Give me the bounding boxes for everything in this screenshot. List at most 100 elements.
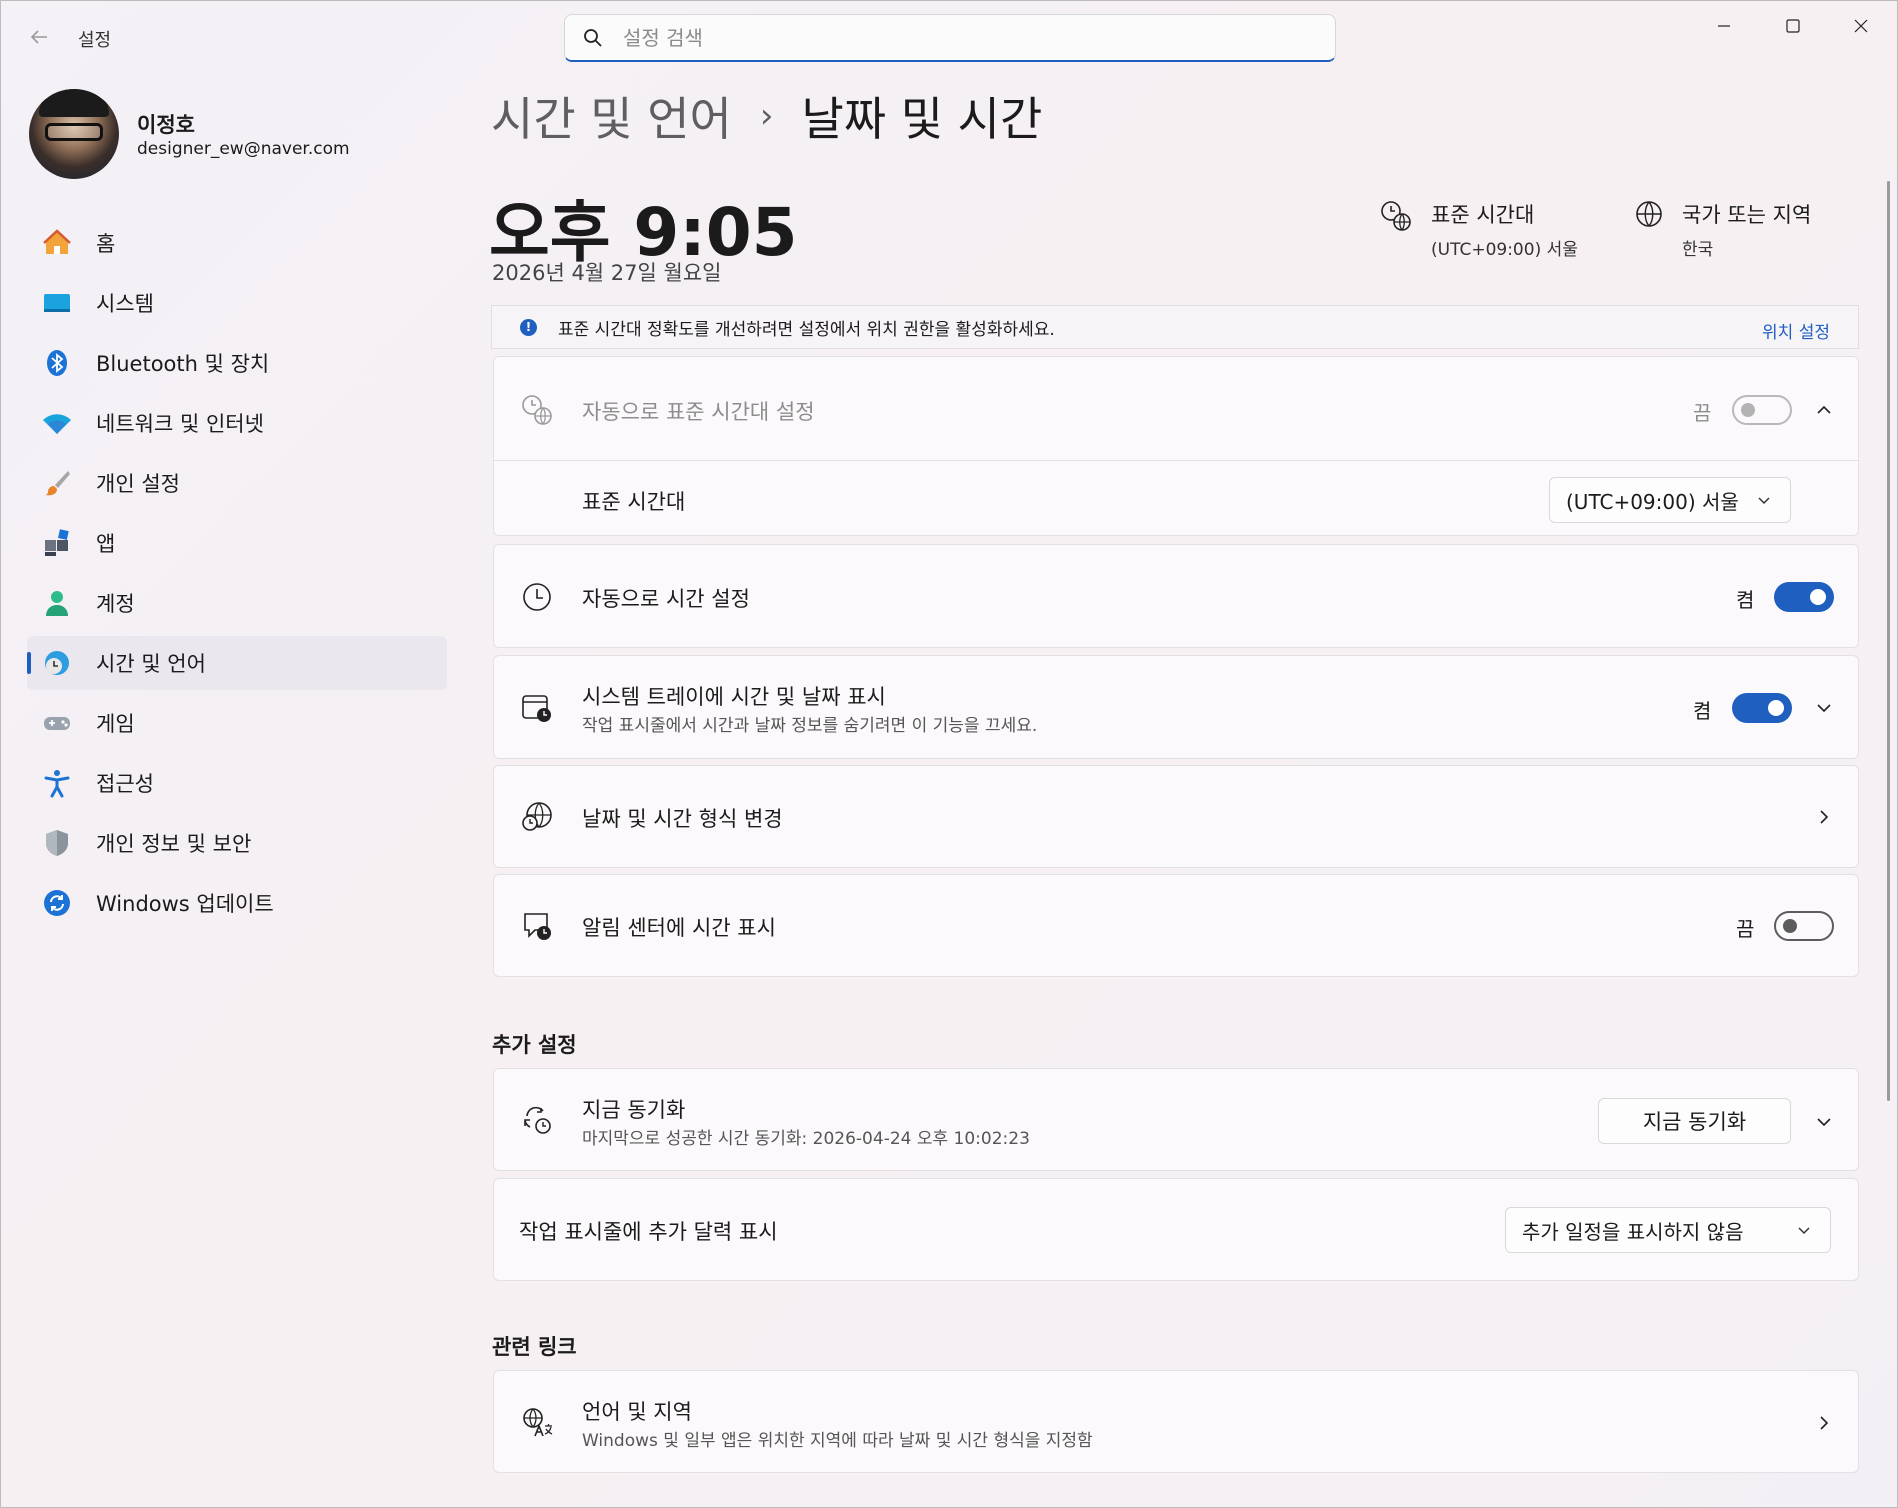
sync-now-button[interactable]: 지금 동기화 (1598, 1098, 1791, 1144)
sidebar-item-label: 앱 (96, 532, 116, 556)
collapse-button[interactable] (1812, 398, 1836, 422)
user-profile[interactable]: 이정호 designer_ew@naver.com (29, 89, 429, 181)
sidebar-item-accounts[interactable]: 계정 (27, 576, 447, 630)
additional-settings-title: 추가 설정 (492, 1033, 577, 1057)
sidebar-item-label: 접근성 (96, 772, 154, 796)
tray-time-subtitle: 작업 표시줄에서 시간과 날짜 정보를 숨기려면 이 기능을 끄세요. (582, 716, 1038, 736)
sync-card[interactable]: 지금 동기화 마지막으로 성공한 시간 동기화: 2026-04-24 오후 1… (493, 1068, 1859, 1171)
shield-icon (41, 827, 73, 859)
search-input[interactable] (623, 25, 1303, 50)
clock-icon (520, 580, 554, 614)
sidebar-item-label: Bluetooth 및 장치 (96, 352, 270, 376)
sidebar-item-system[interactable]: 시스템 (27, 276, 447, 330)
brush-icon (41, 467, 73, 499)
sidebar-item-label: 개인 정보 및 보안 (96, 832, 252, 856)
auto-timezone-title: 자동으로 표준 시간대 설정 (582, 400, 815, 424)
sidebar-item-label: Windows 업데이트 (96, 892, 274, 916)
minimize-icon (1718, 25, 1730, 27)
close-icon (1854, 19, 1868, 33)
tray-time-title: 시스템 트레이에 시간 및 날짜 표시 (582, 685, 886, 709)
timezone-value: (UTC+09:00) 서울 (1431, 240, 1578, 260)
auto-time-card: 자동으로 시간 설정 켬 (493, 544, 1859, 648)
auto-time-state: 켬 (1736, 588, 1755, 612)
sidebar-item-label: 시스템 (96, 292, 154, 316)
open-button[interactable] (1812, 1411, 1836, 1435)
globe-clock-icon (520, 393, 554, 427)
sidebar-item-windows-update[interactable]: Windows 업데이트 (27, 876, 447, 930)
banner-text: 표준 시간대 정확도를 개선하려면 설정에서 위치 권한을 활성화하세요. (558, 319, 1055, 340)
breadcrumb-separator: › (759, 96, 774, 136)
apps-icon (41, 527, 73, 559)
tray-time-toggle[interactable] (1732, 693, 1792, 723)
sidebar-nav: 홈 시스템 Bluetooth 및 장치 네트워크 및 인터넷 개인 설정 앱 … (27, 216, 447, 936)
location-permission-banner: ! 표준 시간대 정확도를 개선하려면 설정에서 위치 권한을 활성화하세요. … (491, 305, 1859, 349)
sidebar-item-personalization[interactable]: 개인 설정 (27, 456, 447, 510)
sidebar-item-gaming[interactable]: 게임 (27, 696, 447, 750)
sidebar-item-home[interactable]: 홈 (27, 216, 447, 270)
account-icon (41, 587, 73, 619)
arrow-left-icon (30, 30, 47, 44)
language-region-card[interactable]: 언어 및 지역 Windows 및 일부 앱은 위치한 지역에 따라 날짜 및 … (493, 1370, 1859, 1473)
location-settings-link[interactable]: 위치 설정 (1762, 318, 1830, 343)
sidebar-item-network[interactable]: 네트워크 및 인터넷 (27, 396, 447, 450)
auto-time-toggle[interactable] (1774, 582, 1834, 612)
date-time-format-card[interactable]: 날짜 및 시간 형식 변경 (493, 765, 1859, 868)
auto-timezone-toggle[interactable] (1732, 395, 1792, 425)
region-title: 국가 또는 지역 (1682, 203, 1812, 227)
chevron-up-icon (1817, 405, 1831, 414)
page-title: 날짜 및 시간 (801, 92, 1043, 146)
scrollbar[interactable] (1887, 181, 1890, 1101)
sidebar-item-label: 홈 (96, 232, 116, 256)
notification-clock-icon (520, 909, 554, 943)
sidebar-item-bluetooth[interactable]: Bluetooth 및 장치 (27, 336, 447, 390)
back-button[interactable] (23, 21, 55, 53)
search-box[interactable] (564, 14, 1336, 62)
sidebar-item-accessibility[interactable]: 접근성 (27, 756, 447, 810)
breadcrumb-parent[interactable]: 시간 및 언어 (491, 83, 732, 149)
chevron-right-icon (1820, 810, 1829, 824)
sidebar-item-label: 개인 설정 (96, 472, 180, 496)
maximize-button[interactable] (1763, 11, 1823, 41)
sync-title: 지금 동기화 (582, 1098, 686, 1122)
sidebar-item-privacy[interactable]: 개인 정보 및 보안 (27, 816, 447, 870)
open-button[interactable] (1812, 805, 1836, 829)
related-links-title: 관련 링크 (492, 1335, 577, 1359)
app-title: 설정 (78, 30, 112, 51)
timezone-title: 표준 시간대 (1431, 203, 1535, 227)
notification-time-toggle[interactable] (1774, 911, 1834, 941)
sync-clock-icon (520, 1103, 554, 1137)
additional-calendar-title: 작업 표시줄에 추가 달력 표시 (519, 1220, 778, 1244)
info-icon: ! (520, 318, 537, 336)
region-info: 국가 또는 지역 한국 (1634, 199, 1811, 260)
home-icon (41, 227, 73, 259)
sidebar-item-apps[interactable]: 앱 (27, 516, 447, 570)
chevron-down-icon (1798, 1227, 1810, 1235)
notification-time-card: 알림 센터에 시간 표시 끔 (493, 874, 1859, 977)
active-indicator (27, 652, 31, 674)
sync-subtitle: 마지막으로 성공한 시간 동기화: 2026-04-24 오후 10:02:23 (582, 1129, 1030, 1149)
language-region-title: 언어 및 지역 (582, 1400, 692, 1424)
tray-time-card[interactable]: 시스템 트레이에 시간 및 날짜 표시 작업 표시줄에서 시간과 날짜 정보를 … (493, 655, 1859, 759)
notification-time-title: 알림 센터에 시간 표시 (582, 916, 776, 940)
minimize-button[interactable] (1694, 11, 1754, 41)
expand-button[interactable] (1812, 1110, 1836, 1134)
date-time-format-title: 날짜 및 시간 형식 변경 (582, 807, 783, 831)
sidebar-item-time-language[interactable]: 시간 및 언어 (27, 636, 447, 690)
search-icon (584, 28, 602, 47)
additional-calendar-dropdown[interactable]: 추가 일정을 표시하지 않음 (1505, 1207, 1831, 1253)
close-button[interactable] (1831, 11, 1891, 41)
tray-time-state: 켬 (1693, 699, 1712, 723)
additional-calendar-value: 추가 일정을 표시하지 않음 (1522, 1219, 1744, 1244)
timezone-dropdown[interactable]: (UTC+09:00) 서울 (1549, 477, 1791, 523)
auto-timezone-card: 자동으로 표준 시간대 설정 끔 표준 시간대 (UTC+09:00) 서울 (493, 356, 1859, 536)
chevron-down-icon (1817, 704, 1831, 713)
language-region-subtitle: Windows 및 일부 앱은 위치한 지역에 따라 날짜 및 시간 형식을 지… (582, 1431, 1093, 1451)
sidebar-item-label: 시간 및 언어 (96, 652, 206, 676)
breadcrumb: 시간 및 언어 › 날짜 및 시간 (491, 83, 1042, 149)
time-language-icon (41, 647, 73, 679)
auto-time-title: 자동으로 시간 설정 (582, 587, 750, 611)
chevron-down-icon (1758, 497, 1770, 505)
expand-button[interactable] (1812, 696, 1836, 720)
wifi-icon (41, 407, 73, 439)
accessibility-icon (41, 767, 73, 799)
